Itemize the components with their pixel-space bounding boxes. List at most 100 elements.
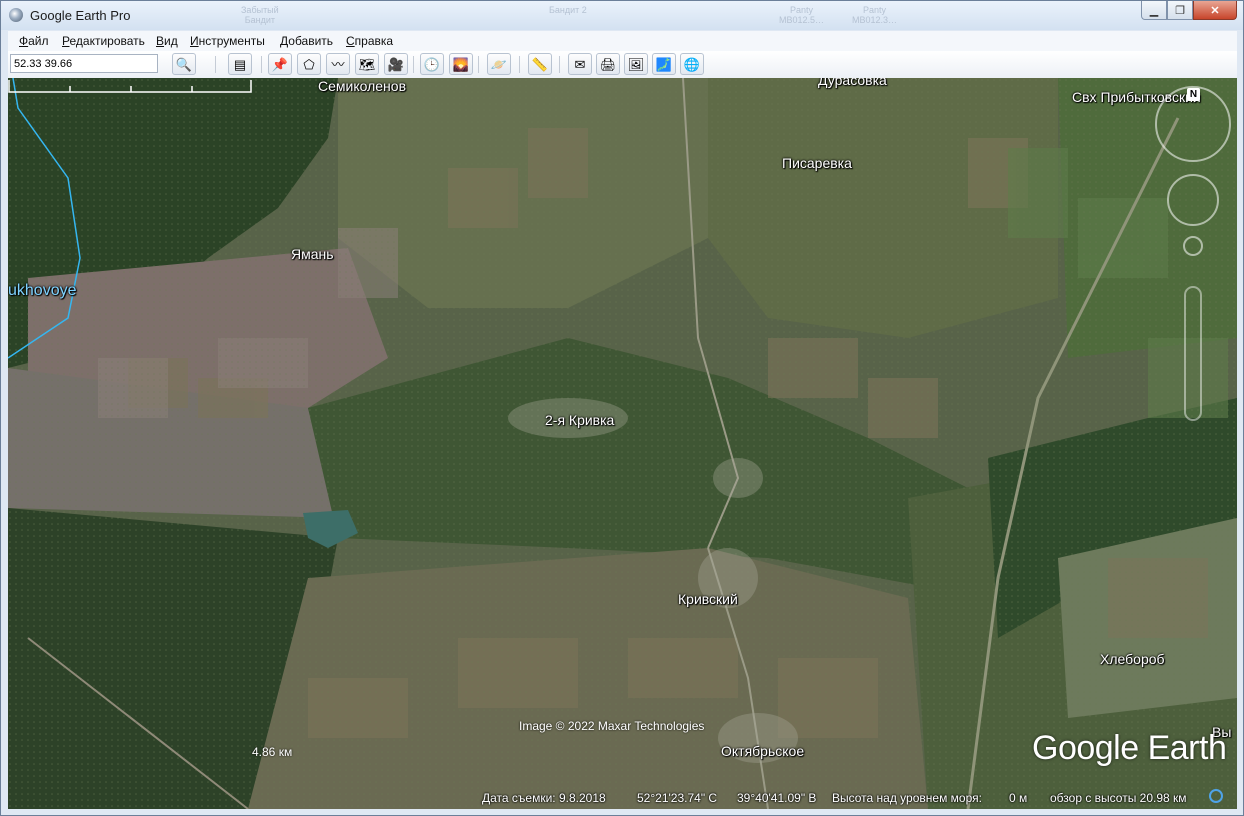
imagery-credit: Image © 2022 Maxar Technologies — [519, 719, 705, 733]
menu-mnemonic: Ф — [19, 34, 29, 48]
eye-altitude: обзор с высоты 20.98 км — [1050, 791, 1187, 805]
ruler-button[interactable]: 📏 — [528, 53, 552, 75]
map-label-settlement[interactable]: Октябрьское — [721, 743, 804, 759]
menu-mnemonic: С — [346, 34, 355, 48]
imagery-date: Дата съемки: 9.8.2018 — [482, 791, 606, 805]
elevation-label: Высота над уровнем моря: — [832, 791, 982, 805]
email-button[interactable]: ✉ — [568, 53, 592, 75]
map-label-settlement[interactable]: Хлебороб — [1100, 651, 1165, 667]
background-window-title: Panty MB012.5… — [779, 5, 825, 25]
north-indicator[interactable]: N — [1187, 88, 1200, 101]
close-icon: ✕ — [1210, 4, 1220, 17]
view-in-maps-button[interactable]: 🗾 — [652, 53, 676, 75]
minimize-button[interactable]: ▁ — [1141, 1, 1167, 20]
planet-icon: 🪐 — [490, 56, 508, 72]
map-label-region[interactable]: ukhovoye — [8, 282, 77, 300]
menu-add[interactable]: Добавить — [280, 34, 333, 48]
search-input[interactable] — [10, 54, 158, 73]
add-polygon-button[interactable]: ⬠ — [297, 53, 321, 75]
map-label-settlement[interactable]: Ямань — [291, 246, 334, 262]
email-icon: ✉ — [574, 56, 586, 72]
maximize-button[interactable]: ❐ — [1167, 1, 1193, 20]
toolbar-separator — [478, 56, 479, 73]
add-path-button[interactable]: 〰 — [326, 53, 350, 75]
historical-imagery-button[interactable]: 🕒 — [420, 53, 444, 75]
map-label-settlement[interactable]: Писаревка — [782, 155, 852, 171]
google-earth-app-icon — [9, 8, 23, 22]
add-overlay-button[interactable]: 🗺 — [355, 53, 379, 75]
minimize-icon: ▁ — [1149, 4, 1159, 17]
menu-mnemonic: В — [156, 34, 165, 48]
add-placemark-button[interactable]: 📌 — [268, 53, 292, 75]
print-icon: 🖨 — [599, 56, 617, 72]
planets-button[interactable]: 🪐 — [487, 53, 511, 75]
menu-mnemonic: И — [190, 34, 199, 48]
menu-help[interactable]: Справка — [346, 34, 393, 48]
placemark-icon: 📌 — [271, 56, 289, 72]
print-button[interactable]: 🖨 — [596, 53, 620, 75]
zoom-slider[interactable] — [1184, 286, 1202, 421]
status-bar: Дата съемки: 9.8.2018 52°21'23.74" С 39°… — [8, 787, 1237, 809]
menu-bar: Файл Редактировать Вид Инструменты Добав… — [8, 31, 1237, 51]
background-window-title: Panty MB012.3… — [852, 5, 898, 25]
app-window: Google Earth Pro Забытый Бандит Бандит 2… — [0, 0, 1244, 816]
save-image-button[interactable]: 🖼 — [624, 53, 648, 75]
clock-icon: 🕒 — [423, 56, 441, 72]
map-label-settlement[interactable]: Дурасовка — [818, 78, 887, 88]
toolbar-separator — [261, 56, 262, 73]
sun-icon: 🌄 — [452, 56, 470, 72]
toolbar-separator — [413, 56, 414, 73]
streaming-progress-icon — [1209, 789, 1223, 803]
menu-view[interactable]: Вид — [156, 34, 178, 48]
sunlight-button[interactable]: 🌄 — [449, 53, 473, 75]
menu-label: ид — [164, 34, 178, 48]
path-icon: 〰 — [331, 56, 345, 72]
sidebar-icon: ▤ — [233, 56, 247, 72]
menu-label: правка — [354, 34, 394, 48]
longitude-readout: 39°40'41.09" В — [737, 791, 817, 805]
record-tour-icon: 🎥 — [387, 56, 405, 72]
save-image-icon: 🖼 — [627, 56, 645, 72]
google-earth-logo: Google Earth — [1032, 729, 1227, 767]
scale-legend-bar — [8, 80, 252, 93]
menu-edit[interactable]: Редактировать — [62, 34, 145, 48]
menu-label: айл — [28, 34, 49, 48]
menu-file[interactable]: Файл — [19, 34, 49, 48]
search-icon: 🔍 — [175, 56, 193, 72]
globe-icon: 🌐 — [683, 56, 701, 72]
scale-legend-label: 4.86 км — [252, 745, 293, 759]
background-window-title: Забытый Бандит — [241, 5, 279, 25]
sidebar-toggle-button[interactable]: ▤ — [228, 53, 252, 75]
title-bar[interactable]: Google Earth Pro Забытый Бандит Бандит 2… — [1, 1, 1243, 30]
latitude-readout: 52°21'23.74" С — [637, 791, 718, 805]
satellite-imagery[interactable] — [8, 78, 1237, 809]
toolbar-separator — [215, 56, 216, 73]
map-label-settlement[interactable]: 2-я Кривка — [545, 412, 614, 428]
restore-icon: ❐ — [1175, 4, 1185, 17]
toolbar-separator — [519, 56, 520, 73]
toolbar: 🔍 ▤ 📌 ⬠ 〰 🗺 🎥 🕒 🌄 🪐 📏 ✉ 🖨 🖼 🗾 🌐 — [8, 51, 1237, 79]
toolbar-separator — [559, 56, 560, 73]
window-controls: ▁ ❐ ✕ — [1141, 1, 1237, 21]
background-window-title: Бандит 2 — [549, 5, 587, 15]
menu-label: нструменты — [198, 34, 265, 48]
search-button[interactable]: 🔍 — [172, 53, 196, 75]
menu-tools[interactable]: Инструменты — [190, 34, 265, 48]
move-joystick[interactable] — [1167, 174, 1219, 226]
menu-label: обавить — [288, 34, 334, 48]
record-tour-button[interactable]: 🎥 — [384, 53, 408, 75]
elevation-value: 0 м — [1009, 791, 1028, 805]
navigation-controls: N — [1155, 86, 1231, 426]
menu-label: едактировать — [69, 34, 145, 48]
image-overlay-icon: 🗺 — [358, 56, 376, 72]
polygon-icon: ⬠ — [303, 56, 315, 72]
maps-icon: 🗾 — [655, 56, 673, 72]
map-label-settlement[interactable]: Кривский — [678, 591, 738, 607]
sign-in-button[interactable]: 🌐 — [680, 53, 704, 75]
map-label-settlement[interactable]: Семиколенов — [318, 78, 406, 94]
earth-view[interactable]: Семиколенов Дурасовка Свх Прибытковский … — [8, 78, 1237, 809]
street-view-pegman-icon[interactable] — [1183, 236, 1203, 256]
ruler-icon: 📏 — [531, 56, 549, 72]
close-button[interactable]: ✕ — [1193, 1, 1237, 20]
window-title: Google Earth Pro — [30, 8, 131, 23]
